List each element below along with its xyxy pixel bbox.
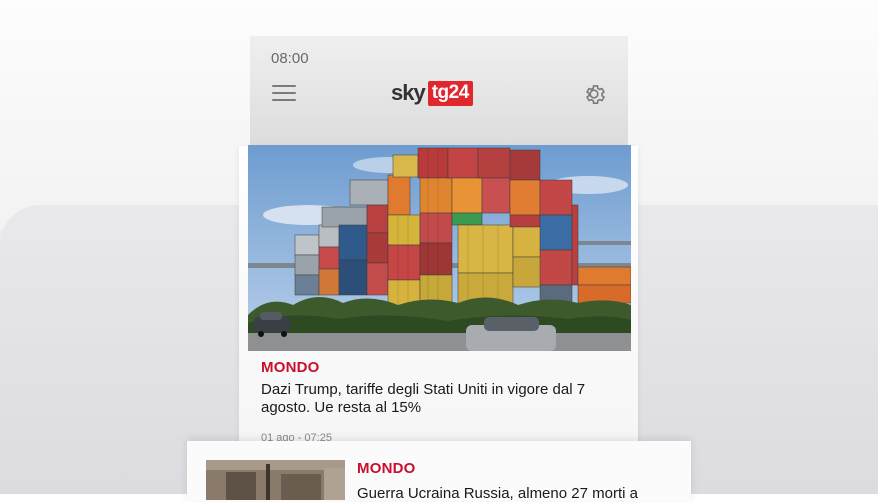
app-header: 08:00 sky tg24 bbox=[250, 36, 628, 146]
article-category: MONDO bbox=[357, 460, 416, 477]
logo-sky-text: sky bbox=[391, 80, 426, 105]
article-image-damaged-building[interactable] bbox=[206, 460, 345, 500]
article-card[interactable]: MONDO Guerra Ucraina Russia, almeno 27 m… bbox=[187, 441, 691, 502]
sky-tg24-logo[interactable]: sky tg24 bbox=[391, 80, 473, 106]
status-time: 08:00 bbox=[271, 50, 309, 67]
shipping-containers-photo bbox=[248, 145, 631, 351]
article-image-containers[interactable] bbox=[248, 145, 631, 351]
article-category: MONDO bbox=[261, 359, 320, 376]
damaged-building-photo bbox=[206, 460, 345, 500]
gear-icon[interactable] bbox=[581, 81, 607, 107]
article-headline[interactable]: Dazi Trump, tariffe degli Stati Uniti in… bbox=[261, 381, 611, 417]
logo-tg24-text: tg24 bbox=[427, 80, 473, 106]
hamburger-menu-icon[interactable] bbox=[272, 85, 296, 103]
